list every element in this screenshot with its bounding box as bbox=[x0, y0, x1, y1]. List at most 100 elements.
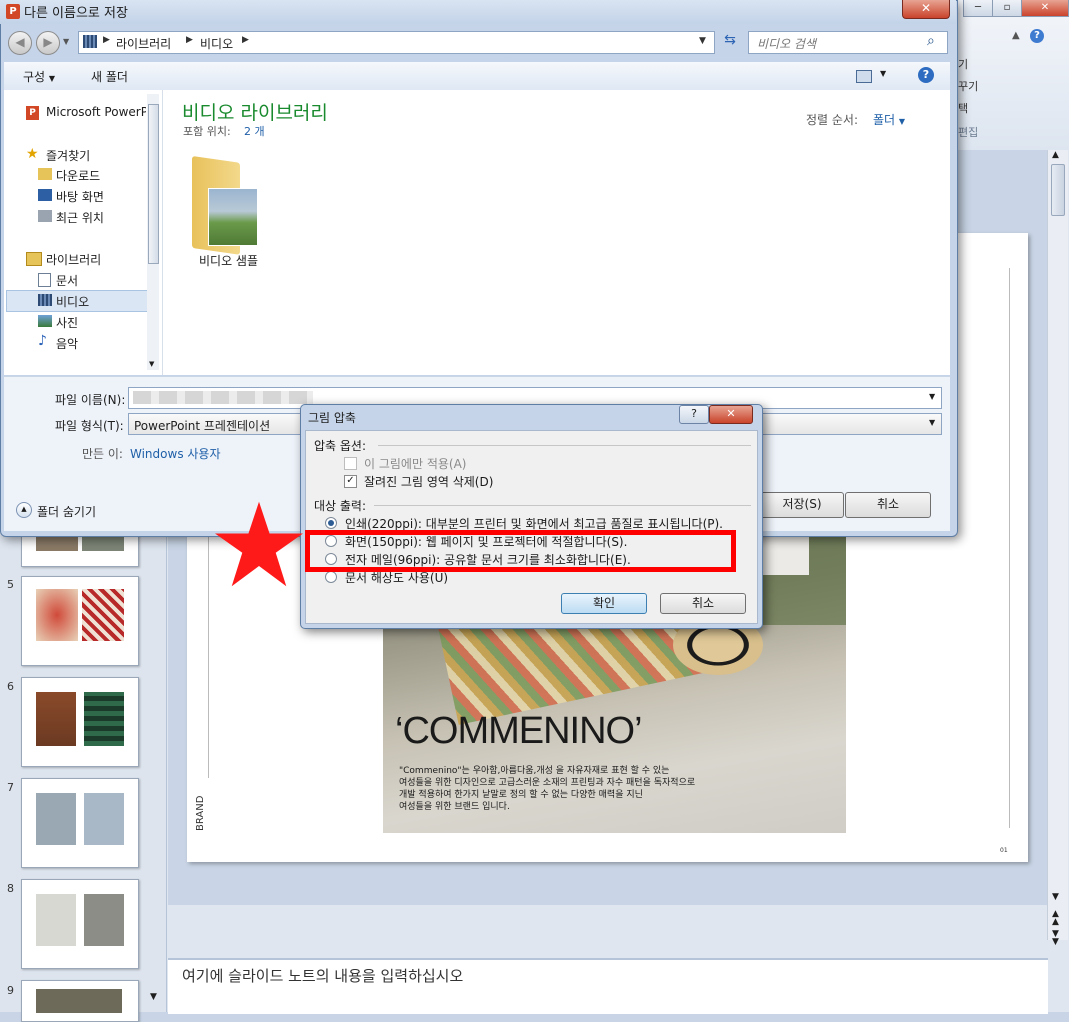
file-name-dropdown-icon[interactable]: ▼ bbox=[929, 392, 935, 401]
slide-thumbnail[interactable] bbox=[21, 576, 139, 666]
breadcrumb-separator-icon[interactable]: ▶ bbox=[103, 35, 110, 45]
slide-thumbnail[interactable] bbox=[21, 677, 139, 767]
nav-scroll-thumb[interactable] bbox=[148, 104, 159, 264]
compress-ok-button[interactable]: 확인 bbox=[561, 593, 647, 614]
save-button[interactable]: 저장(S) bbox=[760, 492, 844, 518]
refresh-icon[interactable]: ⇆ bbox=[719, 32, 741, 52]
save-as-titlebar[interactable] bbox=[0, 0, 956, 24]
nav-item-pictures[interactable]: 사진 bbox=[56, 314, 78, 331]
description-line: 개발 적용하여 한가지 낱말로 정의 할 수 없는 다양한 매력을 지닌 bbox=[399, 790, 643, 800]
target-header: 대상 출력: bbox=[314, 499, 367, 513]
ribbon-item[interactable]: 꾸기 bbox=[958, 78, 978, 94]
slide-thumbnail[interactable] bbox=[21, 879, 139, 969]
maximize-icon[interactable]: ▫ bbox=[992, 0, 1022, 17]
organize-button[interactable]: 구성 ▼ bbox=[23, 68, 55, 85]
radio-print[interactable] bbox=[325, 517, 337, 529]
scroll-thumb[interactable] bbox=[1051, 164, 1065, 216]
nav-item-videos[interactable]: 비디오 bbox=[56, 293, 89, 310]
help-icon[interactable]: ? bbox=[1030, 29, 1044, 43]
compress-cancel-button[interactable]: 취소 bbox=[660, 593, 746, 614]
cancel-button[interactable]: 취소 bbox=[845, 492, 931, 518]
radio-document-resolution[interactable] bbox=[325, 571, 337, 583]
description-line: "Commenino"는 우아함,아름다움,개성 을 자유자재로 표현 할 수 … bbox=[399, 766, 670, 776]
scroll-down-icon[interactable]: ▼ bbox=[1052, 892, 1059, 902]
slide-thumbnail[interactable] bbox=[21, 980, 139, 1022]
author-value[interactable]: Windows 사용자 bbox=[130, 445, 221, 462]
breadcrumb-item[interactable]: 라이브러리 bbox=[116, 35, 171, 52]
address-dropdown-icon[interactable]: ▼ bbox=[699, 36, 706, 46]
hide-folders-button[interactable]: 폴더 숨기기 bbox=[37, 503, 96, 520]
prev-slide-icon[interactable]: ▲ ▲ bbox=[1052, 910, 1059, 927]
ribbon-item[interactable]: 택 bbox=[958, 100, 968, 116]
file-type-value: PowerPoint 프레젠테이션 bbox=[134, 419, 271, 433]
highlight-box bbox=[305, 530, 736, 572]
navigation-pane[interactable]: P Microsoft PowerPo ★ 즐겨찾기 다운로드 바탕 화면 최근… bbox=[4, 90, 163, 375]
search-icon[interactable]: ⌕ bbox=[927, 33, 935, 49]
scroll-up-icon[interactable]: ▲ bbox=[1052, 150, 1059, 160]
includes-link[interactable]: 2 개 bbox=[244, 123, 265, 139]
app-close-icon[interactable]: ✕ bbox=[1021, 0, 1069, 17]
section-divider bbox=[378, 445, 751, 446]
next-slide-icon[interactable]: ▼ ▼ bbox=[1052, 930, 1059, 947]
vertical-scrollbar[interactable]: ▲ ▼ ▲ ▲ ▼ ▼ bbox=[1047, 150, 1068, 947]
ribbon-item[interactable]: 기 bbox=[958, 56, 968, 72]
file-type-dropdown-icon[interactable]: ▼ bbox=[929, 418, 935, 427]
file-name-blurred bbox=[133, 391, 313, 404]
description-line: 여성들을 위한 브랜드 입니다. bbox=[399, 802, 510, 812]
back-icon[interactable]: ◀ bbox=[8, 31, 32, 55]
ribbon-collapse-icon[interactable]: ▲ bbox=[1012, 30, 1020, 41]
address-bar[interactable]: ▶ 라이브러리 ▶ 비디오 ▶ ▼ bbox=[78, 31, 715, 54]
nav-item-recent[interactable]: 최근 위치 bbox=[56, 209, 104, 226]
panel-scroll-down-icon[interactable]: ▼ bbox=[150, 992, 157, 1002]
breadcrumb-separator-icon[interactable]: ▶ bbox=[242, 35, 249, 45]
save-as-close-icon[interactable]: ✕ bbox=[902, 0, 950, 19]
folder-name[interactable]: 비디오 샘플 bbox=[199, 252, 258, 269]
nav-scrollbar[interactable]: ▼ bbox=[147, 94, 159, 370]
music-icon: ♪ bbox=[38, 333, 47, 349]
compress-title: 그림 압축 bbox=[308, 411, 356, 425]
apply-only-this-checkbox[interactable] bbox=[344, 457, 357, 470]
brand-description: "Commenino"는 우아함,아름다움,개성 을 자유자재로 표현 할 수 … bbox=[399, 765, 695, 813]
help-icon[interactable]: ? bbox=[918, 67, 934, 83]
nav-item-downloads[interactable]: 다운로드 bbox=[56, 167, 100, 184]
minimize-icon[interactable]: ─ bbox=[963, 0, 993, 17]
compress-close-icon[interactable]: ✕ bbox=[709, 405, 753, 424]
hide-folders-icon[interactable]: ▲ bbox=[16, 502, 32, 518]
compress-help-button[interactable]: ? bbox=[679, 405, 709, 424]
sort-dropdown[interactable]: 폴더 ▼ bbox=[873, 111, 905, 128]
section-divider bbox=[374, 505, 751, 506]
nav-libraries[interactable]: 라이브러리 bbox=[46, 251, 101, 268]
forward-icon[interactable]: ▶ bbox=[36, 31, 60, 55]
slide-number: 5 bbox=[7, 578, 14, 591]
nav-item-desktop[interactable]: 바탕 화면 bbox=[56, 188, 104, 205]
chevron-down-icon: ▼ bbox=[898, 117, 906, 126]
folder-item[interactable] bbox=[192, 156, 258, 255]
history-dropdown-icon[interactable]: ▼ bbox=[63, 37, 69, 46]
slide-thumbnail[interactable] bbox=[21, 778, 139, 868]
page-number: 01 bbox=[1000, 847, 1008, 854]
search-input[interactable]: 비디오 검색 ⌕ bbox=[748, 31, 948, 54]
folder-preview bbox=[208, 188, 258, 246]
slide-number: 7 bbox=[7, 781, 14, 794]
view-icon[interactable] bbox=[856, 70, 872, 83]
new-folder-button[interactable]: 새 폴더 bbox=[91, 68, 128, 85]
breadcrumb-separator-icon[interactable]: ▶ bbox=[186, 35, 193, 45]
downloads-icon bbox=[38, 168, 52, 180]
nav-item-music[interactable]: 음악 bbox=[56, 335, 78, 352]
nav-item-documents[interactable]: 문서 bbox=[56, 272, 78, 289]
slide-thumbnail-panel[interactable]: 5 6 7 8 9 ▼ bbox=[0, 530, 167, 1022]
nav-favorites[interactable]: 즐겨찾기 bbox=[46, 147, 90, 164]
view-dropdown-icon[interactable]: ▼ bbox=[880, 69, 886, 78]
chevron-down-icon: ▼ bbox=[48, 74, 56, 83]
powerpoint-icon: P bbox=[6, 4, 20, 19]
delete-cropped-checkbox[interactable]: ✓ bbox=[344, 475, 357, 488]
documents-icon bbox=[38, 273, 51, 287]
notes-placeholder[interactable]: 여기에 슬라이드 노트의 내용을 입력하십시오 bbox=[182, 965, 463, 986]
file-name-label: 파일 이름(N): bbox=[55, 393, 126, 407]
file-list[interactable]: 비디오 라이브러리 포함 위치: 2 개 정렬 순서: 폴더 ▼ 비디오 샘플 bbox=[163, 90, 950, 375]
nav-item-powerpoint[interactable]: Microsoft PowerPo bbox=[46, 105, 146, 119]
pictures-icon bbox=[38, 315, 52, 327]
nav-scroll-down-icon[interactable]: ▼ bbox=[149, 360, 154, 368]
breadcrumb-item[interactable]: 비디오 bbox=[200, 35, 233, 52]
library-icon bbox=[26, 252, 42, 266]
